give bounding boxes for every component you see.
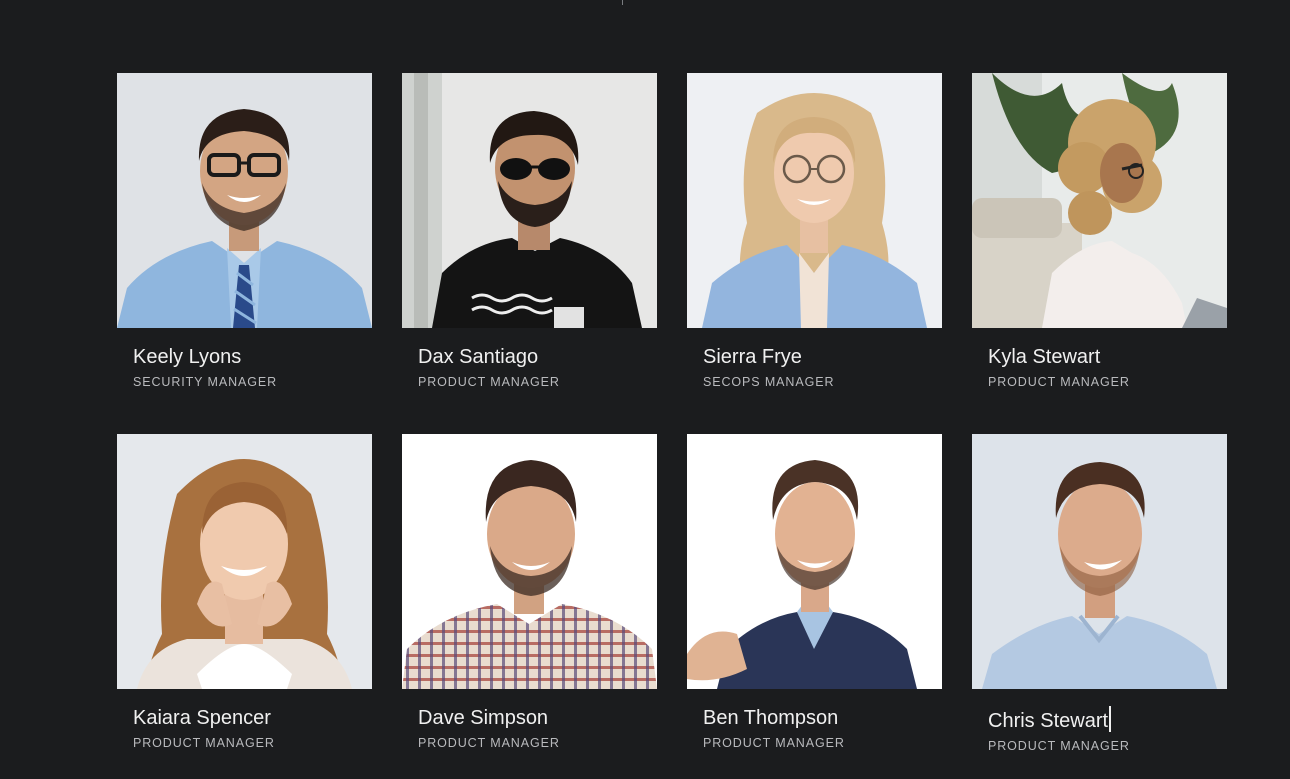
member-role: PRODUCT MANAGER bbox=[418, 375, 560, 389]
team-card[interactable]: Chris Stewart PRODUCT MANAGER bbox=[972, 434, 1227, 779]
team-card[interactable]: Kyla Stewart PRODUCT MANAGER bbox=[972, 73, 1227, 434]
member-role: SECOPS MANAGER bbox=[703, 375, 835, 389]
text-cursor bbox=[1109, 706, 1112, 732]
portrait-man-sunglasses-icon bbox=[402, 73, 657, 328]
member-role: SECURITY MANAGER bbox=[133, 375, 278, 389]
member-name: Sierra Frye bbox=[703, 346, 802, 368]
member-name: Keely Lyons bbox=[133, 346, 242, 368]
portrait-man-sweater-icon bbox=[687, 434, 942, 689]
portrait-man-plaid-shirt-icon bbox=[402, 434, 657, 689]
portrait-man-blue-shirt-icon bbox=[972, 434, 1227, 689]
team-card[interactable]: Keely Lyons SECURITY MANAGER bbox=[117, 73, 372, 434]
portrait-woman-smiling-icon bbox=[117, 434, 372, 689]
team-grid: Keely Lyons SECURITY MANAGER Dax Santiag… bbox=[117, 73, 1227, 779]
member-name: Dave Simpson bbox=[418, 707, 549, 729]
team-card[interactable]: Dave Simpson PRODUCT MANAGER bbox=[402, 434, 657, 779]
portrait-man-glasses-tie-icon bbox=[117, 73, 372, 328]
member-role: PRODUCT MANAGER bbox=[988, 739, 1130, 753]
team-card[interactable]: Dax Santiago PRODUCT MANAGER bbox=[402, 73, 657, 434]
member-role: PRODUCT MANAGER bbox=[703, 736, 845, 750]
team-card[interactable]: Ben Thompson PRODUCT MANAGER bbox=[687, 434, 942, 779]
member-name: Kaiara Spencer bbox=[133, 707, 271, 729]
team-card[interactable]: Kaiara Spencer PRODUCT MANAGER bbox=[117, 434, 372, 779]
member-name: Dax Santiago bbox=[418, 346, 539, 368]
member-role: PRODUCT MANAGER bbox=[988, 375, 1130, 389]
team-page: Keely Lyons SECURITY MANAGER Dax Santiag… bbox=[0, 0, 1290, 779]
member-name-text: Chris Stewart bbox=[988, 710, 1109, 732]
portrait-woman-glasses-icon bbox=[687, 73, 942, 328]
top-divider-tick bbox=[622, 0, 623, 5]
member-name: Ben Thompson bbox=[703, 707, 839, 729]
member-role: PRODUCT MANAGER bbox=[133, 736, 275, 750]
portrait-woman-curly-hair-icon bbox=[972, 73, 1227, 328]
member-role: PRODUCT MANAGER bbox=[418, 736, 560, 750]
member-name[interactable]: Chris Stewart bbox=[988, 706, 1227, 733]
team-card[interactable]: Sierra Frye SECOPS MANAGER bbox=[687, 73, 942, 434]
member-name: Kyla Stewart bbox=[988, 346, 1101, 368]
